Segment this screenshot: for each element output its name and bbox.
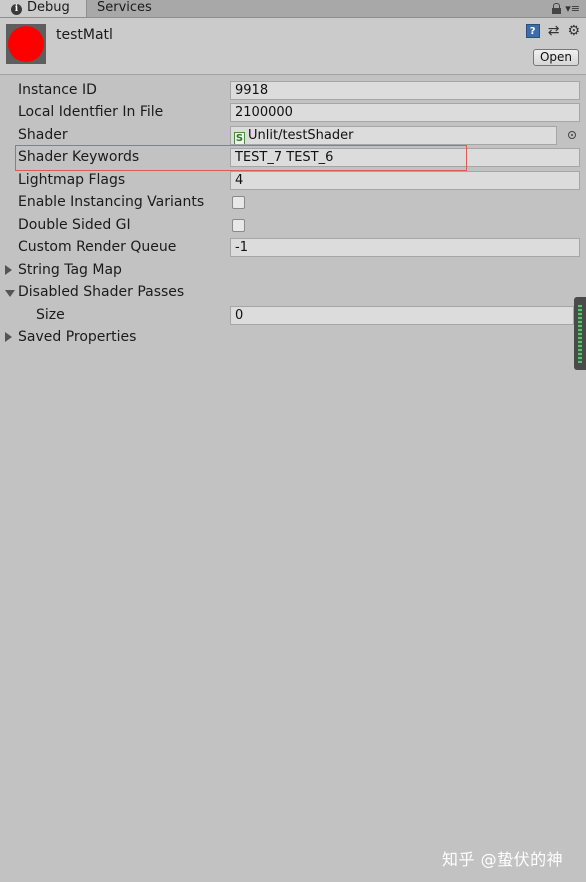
- row-size: Size 0: [0, 305, 586, 327]
- info-icon: i: [11, 4, 22, 15]
- scrollbar-handle[interactable]: [574, 297, 586, 370]
- material-preview: [6, 24, 46, 64]
- lightmap-flags-label: Lightmap Flags: [18, 172, 126, 188]
- shader-keywords-label: Shader Keywords: [18, 149, 140, 165]
- foldout-collapsed-icon[interactable]: [5, 265, 12, 275]
- foldout-expanded-icon[interactable]: [5, 290, 15, 297]
- disabled-shader-passes-label: Disabled Shader Passes: [18, 284, 185, 300]
- local-identifier-field[interactable]: 2100000: [230, 103, 580, 122]
- instance-id-field[interactable]: 9918: [230, 81, 580, 100]
- render-queue-field[interactable]: -1: [230, 238, 580, 257]
- row-string-tag-map[interactable]: String Tag Map: [0, 260, 586, 282]
- open-button[interactable]: Open: [533, 49, 579, 66]
- shader-keywords-field[interactable]: TEST_7 TEST_6: [230, 148, 580, 167]
- tab-bar: i Debug Services ▾≡: [0, 0, 586, 18]
- header-icons: ? ⇄ ⚙: [525, 24, 580, 38]
- tab-debug[interactable]: i Debug: [0, 0, 87, 17]
- double-sided-gi-label: Double Sided GI: [18, 217, 131, 233]
- row-enable-instancing: Enable Instancing Variants: [0, 192, 586, 214]
- object-picker-icon[interactable]: [568, 131, 576, 139]
- help-icon[interactable]: ?: [525, 24, 540, 38]
- instance-id-label: Instance ID: [18, 82, 97, 98]
- string-tag-map-label: String Tag Map: [18, 262, 122, 278]
- shader-field[interactable]: S Unlit/testShader: [230, 126, 557, 145]
- tab-services[interactable]: Services: [97, 0, 152, 17]
- row-shader: Shader S Unlit/testShader: [0, 125, 586, 147]
- scroll-meter-bar: [578, 305, 582, 363]
- row-instance-id: Instance ID 9918: [0, 80, 586, 102]
- saved-properties-label: Saved Properties: [18, 329, 137, 345]
- render-queue-label: Custom Render Queue: [18, 239, 177, 255]
- watermark: 知乎 @蛰伏的神: [442, 850, 564, 869]
- foldout-collapsed-icon[interactable]: [5, 332, 12, 342]
- preset-icon[interactable]: ⇄: [548, 24, 560, 38]
- size-field[interactable]: 0: [230, 306, 574, 325]
- tabbar-tools: ▾≡: [552, 1, 580, 16]
- row-lightmap-flags: Lightmap Flags 4: [0, 170, 586, 192]
- menu-icon[interactable]: ▾≡: [565, 2, 580, 16]
- enable-instancing-checkbox[interactable]: [232, 196, 245, 209]
- tab-debug-label: Debug: [27, 0, 70, 15]
- lock-icon[interactable]: [552, 2, 562, 15]
- size-label: Size: [36, 307, 65, 323]
- row-shader-keywords: Shader Keywords TEST_7 TEST_6: [0, 147, 586, 169]
- local-identifier-label: Local Identfier In File: [18, 104, 164, 120]
- row-render-queue: Custom Render Queue -1: [0, 237, 586, 259]
- inspector-header: testMatl ? ⇄ ⚙ Open: [0, 18, 586, 75]
- enable-instancing-label: Enable Instancing Variants: [18, 194, 205, 210]
- gear-icon[interactable]: ⚙: [567, 24, 580, 38]
- shader-label: Shader: [18, 127, 68, 143]
- row-saved-properties[interactable]: Saved Properties: [0, 327, 586, 349]
- row-local-identifier: Local Identfier In File 2100000: [0, 102, 586, 124]
- lightmap-flags-field[interactable]: 4: [230, 171, 580, 190]
- row-disabled-shader-passes[interactable]: Disabled Shader Passes: [0, 282, 586, 304]
- shader-file-icon: S: [234, 132, 245, 144]
- row-double-sided-gi: Double Sided GI: [0, 215, 586, 237]
- tab-services-label: Services: [97, 0, 152, 15]
- preview-sphere: [8, 26, 44, 62]
- double-sided-gi-checkbox[interactable]: [232, 219, 245, 232]
- shader-value: Unlit/testShader: [248, 128, 354, 143]
- material-title: testMatl: [56, 27, 113, 43]
